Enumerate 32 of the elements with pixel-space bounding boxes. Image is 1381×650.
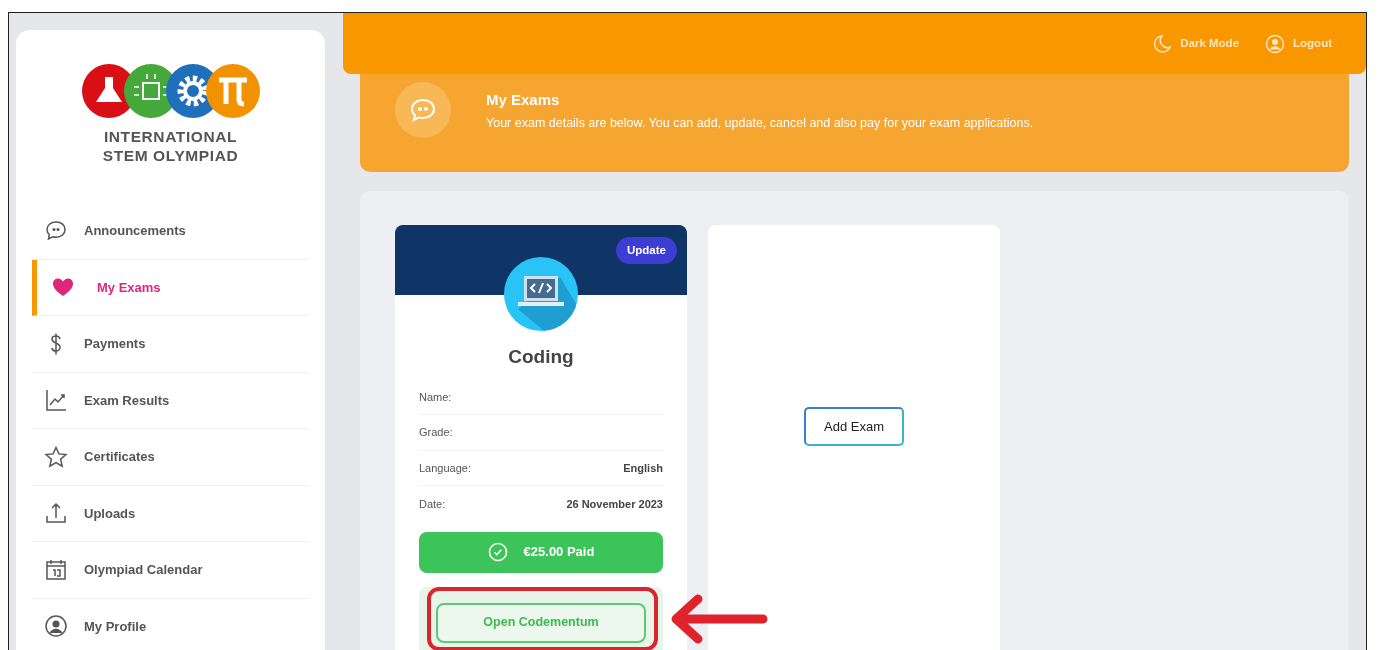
- field-value: 26 November 2023: [566, 496, 663, 512]
- user-icon: [44, 614, 68, 639]
- sidebar-item[interactable]: Payments: [32, 316, 309, 373]
- moon-icon: [1152, 33, 1173, 54]
- banner-title: My Exams: [486, 90, 561, 111]
- sidebar-item[interactable]: Exam Results: [32, 372, 309, 429]
- upload-icon: [44, 501, 68, 526]
- exam-subject: Coding: [507, 345, 575, 369]
- field-label: Date:: [419, 496, 446, 512]
- brand-name: INTERNATIONAL STEM OLYMPIAD: [101, 127, 240, 165]
- line-chart-icon: [44, 388, 68, 413]
- field-value: English: [623, 460, 663, 476]
- sidebar-item[interactable]: My Profile: [32, 598, 309, 650]
- laptop-code-icon: [504, 257, 578, 331]
- sidebar-item[interactable]: Uploads: [32, 485, 309, 542]
- quote-bubble-icon: [410, 98, 436, 122]
- sidebar-item[interactable]: Certificates: [32, 429, 309, 486]
- banner-description: Your exam details are below. You can add, update, cancel and also pay for your exam applications.: [486, 114, 1034, 132]
- add-exam-button[interactable]: Add Exam: [804, 406, 904, 446]
- sidebar-item[interactable]: My Exams: [32, 259, 309, 316]
- field-label: Grade:: [419, 425, 453, 440]
- logo-icon: [80, 63, 261, 119]
- calendar-icon: [44, 557, 68, 582]
- star-icon: [44, 444, 68, 469]
- field-label: Name:: [419, 389, 452, 405]
- update-button[interactable]: Update: [616, 237, 677, 265]
- sidebar-item[interactable]: Announcements: [32, 203, 309, 260]
- sidebar-item[interactable]: Olympiad Calendar: [32, 542, 309, 599]
- check-circle-icon: [487, 542, 508, 562]
- quote-bubble-icon: [44, 218, 68, 243]
- field-label: Language:: [419, 460, 471, 476]
- user-icon: [1265, 33, 1286, 54]
